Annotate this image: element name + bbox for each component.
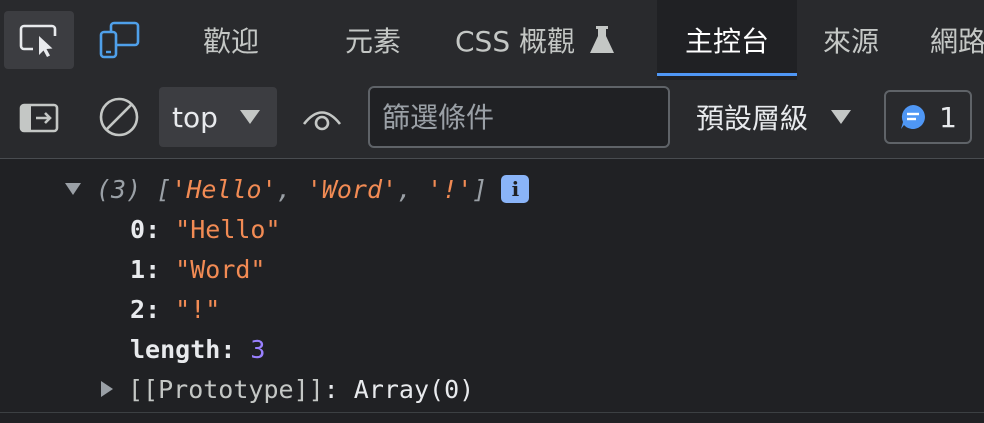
- filter-field[interactable]: [368, 86, 670, 148]
- prototype-key: [[Prototype]]: [128, 374, 324, 404]
- tab-sources-label: 來源: [822, 25, 879, 58]
- tab-elements[interactable]: 元素: [322, 0, 424, 80]
- length-key: length: [130, 334, 221, 364]
- array-summary-row[interactable]: (3) ['Hello', 'Word', '!'] i: [64, 169, 530, 209]
- console-output: (3) ['Hello', 'Word', '!'] i 0: "Hello" …: [0, 159, 984, 413]
- chevron-down-icon: [831, 110, 852, 124]
- issues-message-icon: [901, 105, 926, 129]
- property-value: "Hello": [175, 214, 281, 244]
- array-count: (3): [96, 174, 142, 204]
- clear-console-icon: [99, 97, 139, 137]
- array-preview: (3) ['Hello', 'Word', '!']: [96, 174, 488, 204]
- length-value: 3: [250, 334, 266, 364]
- array-preview-item: '!': [427, 174, 473, 204]
- show-sidebar-icon: [19, 103, 59, 133]
- tab-welcome[interactable]: 歡迎: [182, 0, 280, 80]
- inspect-element-icon: [19, 24, 57, 57]
- device-emulation-button[interactable]: [84, 11, 154, 69]
- expand-triangle-down-icon[interactable]: [64, 182, 82, 196]
- tab-network-label: 網路: [930, 25, 984, 58]
- info-icon[interactable]: i: [501, 175, 530, 203]
- console-toolbar: top 預設層級 1: [0, 80, 984, 159]
- issues-counter-button[interactable]: 1: [884, 90, 972, 144]
- experimental-flask-icon: [590, 26, 614, 53]
- tab-sources[interactable]: 來源: [808, 0, 894, 80]
- clear-console-button[interactable]: [96, 94, 142, 140]
- tab-network[interactable]: 網路: [930, 0, 984, 80]
- inspect-element-button[interactable]: [4, 11, 74, 69]
- chevron-down-icon: [240, 110, 260, 124]
- expand-triangle-right-icon[interactable]: [100, 380, 114, 398]
- property-key: 0: [130, 214, 146, 244]
- property-value: "!": [175, 294, 221, 324]
- tab-console-label: 主控台: [684, 25, 769, 58]
- array-property-row: 2: "!": [130, 294, 221, 324]
- live-expression-button[interactable]: [298, 98, 346, 138]
- context-selector[interactable]: top: [159, 87, 277, 147]
- show-sidebar-button[interactable]: [14, 96, 64, 140]
- length-property-row: length: 3: [130, 334, 266, 364]
- tab-elements-label: 元素: [344, 25, 401, 58]
- context-selector-value: top: [172, 100, 218, 134]
- array-preview-item: 'Hello': [171, 174, 277, 204]
- prototype-value: Array(0): [353, 374, 475, 404]
- array-preview-item: 'Word': [306, 174, 398, 204]
- live-expression-eye-icon: [302, 111, 342, 131]
- array-open-bracket: [: [156, 174, 172, 204]
- log-levels-label: 預設層級: [696, 102, 809, 135]
- tab-console[interactable]: 主控台: [657, 0, 797, 80]
- devtools-tab-bar: 歡迎 元素 CSS 概觀 主控台 來源 網路: [0, 0, 984, 80]
- array-property-row: 0: "Hello": [130, 214, 281, 244]
- property-key: 1: [130, 254, 146, 284]
- tab-css-overview[interactable]: CSS 概觀: [440, 0, 630, 80]
- prototype-row[interactable]: [[Prototype]]: Array(0): [100, 369, 474, 409]
- array-property-row: 1: "Word": [130, 254, 266, 284]
- property-value: "Word": [175, 254, 266, 284]
- tab-welcome-label: 歡迎: [202, 25, 259, 58]
- device-emulation-icon: [99, 21, 140, 59]
- array-close-bracket: ]: [472, 174, 488, 204]
- log-levels-dropdown[interactable]: 預設層級: [696, 87, 852, 147]
- issues-count: 1: [939, 100, 957, 134]
- tab-css-overview-label: CSS 概觀: [455, 25, 575, 58]
- filter-input[interactable]: [370, 88, 668, 146]
- property-key: 2: [130, 294, 146, 324]
- console-divider: [0, 412, 984, 413]
